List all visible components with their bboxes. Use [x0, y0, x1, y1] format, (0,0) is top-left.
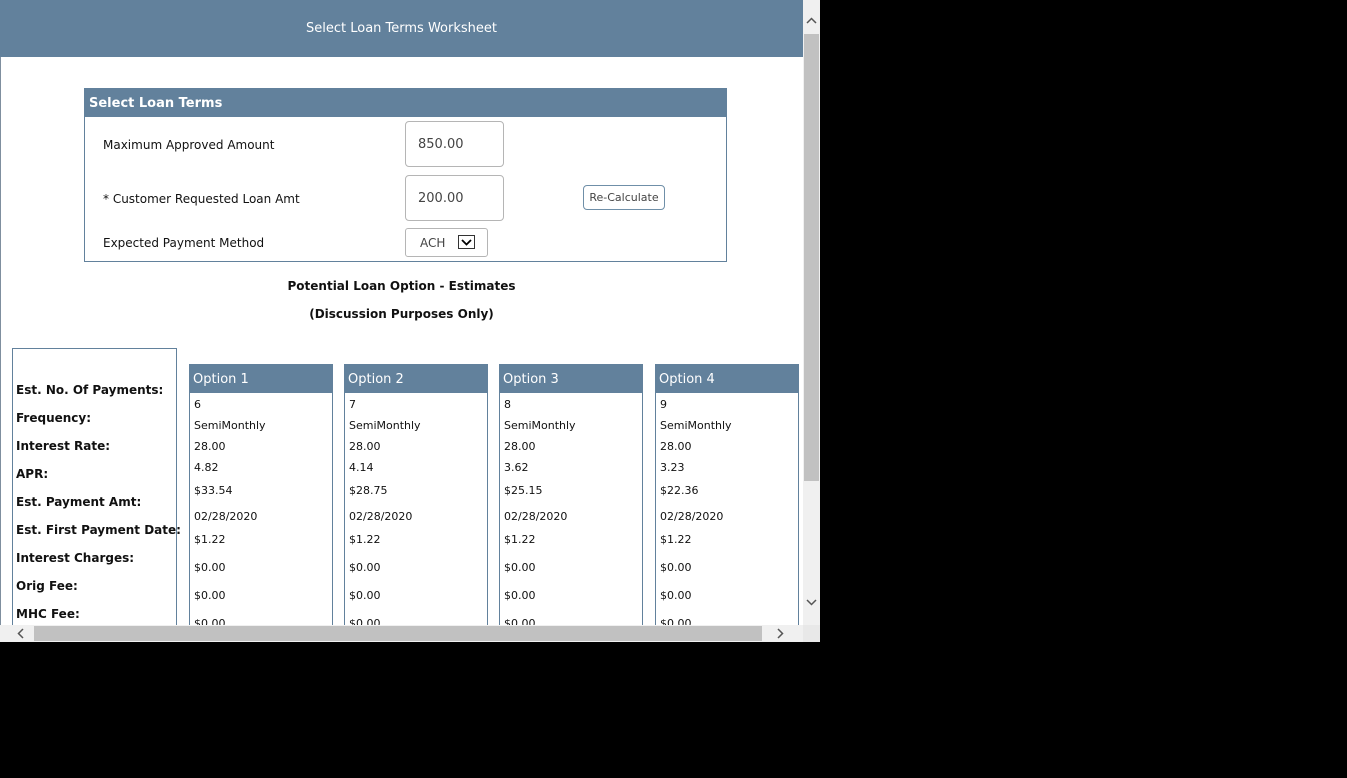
option-mhc-fee: $0.00	[194, 589, 226, 602]
option-card-4[interactable]: Option 4 9 SemiMonthly 28.00 3.23 $22.36…	[655, 364, 799, 625]
option-header: Option 4	[656, 365, 798, 393]
loan-terms-panel: Select Loan Terms Maximum Approved Amoun…	[84, 88, 727, 262]
scrollbar-corner	[803, 625, 820, 642]
max-approved-label: Maximum Approved Amount	[103, 138, 275, 152]
option-first-date: 02/28/2020	[660, 510, 724, 523]
requested-amount-label: * Customer Requested Loan Amt	[103, 192, 300, 206]
max-approved-amount-field[interactable]: 850.00	[405, 121, 504, 167]
option-mhc-fee: $0.00	[504, 589, 536, 602]
recalculate-button[interactable]: Re-Calculate	[583, 185, 665, 210]
option-header: Option 2	[345, 365, 487, 393]
option-payments: 8	[504, 398, 511, 411]
option-orig-fee: $0.00	[349, 561, 381, 574]
option-frequency: SemiMonthly	[660, 419, 732, 432]
option-first-date: 02/28/2020	[349, 510, 413, 523]
page-title: Select Loan Terms Worksheet	[306, 21, 497, 36]
horizontal-scroll-thumb[interactable]	[34, 626, 762, 641]
chevron-down-icon[interactable]	[458, 235, 475, 249]
option-mhc-fee: $0.00	[349, 589, 381, 602]
option-apr: 3.62	[504, 461, 529, 474]
option-extra-fee: $0.00	[660, 617, 692, 625]
option-interest-charges: $1.22	[349, 533, 381, 546]
option-interest-rate: 28.00	[660, 440, 692, 453]
option-first-date: 02/28/2020	[504, 510, 568, 523]
option-payment-amt: $33.54	[194, 484, 233, 497]
requested-amount-input[interactable]: 200.00	[405, 175, 504, 221]
horizontal-scrollbar[interactable]	[0, 625, 803, 642]
label-orig-fee: Orig Fee:	[16, 579, 78, 593]
option-interest-rate: 28.00	[504, 440, 536, 453]
option-card-1[interactable]: Option 1 6 SemiMonthly 28.00 4.82 $33.54…	[189, 364, 333, 625]
option-header: Option 3	[500, 365, 642, 393]
option-card-2[interactable]: Option 2 7 SemiMonthly 28.00 4.14 $28.75…	[344, 364, 488, 625]
option-payments: 6	[194, 398, 201, 411]
label-first-payment-date: Est. First Payment Date:	[16, 523, 181, 537]
vertical-scrollbar[interactable]	[803, 0, 820, 625]
option-name: Option 4	[659, 371, 715, 387]
option-mhc-fee: $0.00	[660, 589, 692, 602]
option-payment-amt: $25.15	[504, 484, 543, 497]
option-extra-fee: $0.00	[504, 617, 536, 625]
chevron-right-icon[interactable]	[772, 625, 789, 642]
option-payment-amt: $28.75	[349, 484, 388, 497]
chevron-up-icon[interactable]	[803, 12, 820, 29]
option-frequency: SemiMonthly	[504, 419, 576, 432]
option-extra-fee: $0.00	[194, 617, 226, 625]
option-interest-rate: 28.00	[349, 440, 381, 453]
option-apr: 4.82	[194, 461, 219, 474]
option-name: Option 1	[193, 371, 249, 387]
label-apr: APR:	[16, 467, 49, 481]
vertical-scroll-thumb[interactable]	[804, 34, 819, 481]
frame-border	[0, 57, 1, 625]
label-frequency: Frequency:	[16, 411, 92, 425]
option-payment-amt: $22.36	[660, 484, 699, 497]
option-interest-rate: 28.00	[194, 440, 226, 453]
option-name: Option 3	[503, 371, 559, 387]
option-orig-fee: $0.00	[660, 561, 692, 574]
payment-method-label: Expected Payment Method	[103, 236, 265, 250]
option-interest-charges: $1.22	[194, 533, 226, 546]
option-first-date: 02/28/2020	[194, 510, 258, 523]
label-payments: Est. No. Of Payments:	[16, 383, 164, 397]
option-name: Option 2	[348, 371, 404, 387]
option-header: Option 1	[190, 365, 332, 393]
estimates-subtitle: (Discussion Purposes Only)	[309, 307, 494, 321]
app-window: Select Loan Terms Worksheet Select Loan …	[0, 0, 820, 642]
option-frequency: SemiMonthly	[194, 419, 266, 432]
label-payment-amt: Est. Payment Amt:	[16, 495, 142, 509]
chevron-down-icon[interactable]	[803, 594, 820, 611]
option-extra-fee: $0.00	[349, 617, 381, 625]
option-frequency: SemiMonthly	[349, 419, 421, 432]
option-payments: 7	[349, 398, 356, 411]
option-card-3[interactable]: Option 3 8 SemiMonthly 28.00 3.62 $25.15…	[499, 364, 643, 625]
loan-terms-header: Select Loan Terms	[85, 89, 726, 117]
content-viewport: Select Loan Terms Worksheet Select Loan …	[0, 0, 803, 625]
option-interest-charges: $1.22	[660, 533, 692, 546]
payment-method-value: ACH	[420, 235, 446, 250]
chevron-left-icon[interactable]	[12, 625, 29, 642]
label-interest-charges: Interest Charges:	[16, 551, 135, 565]
loan-terms-title: Select Loan Terms	[89, 95, 223, 111]
estimates-title: Potential Loan Option - Estimates	[287, 279, 516, 293]
option-orig-fee: $0.00	[194, 561, 226, 574]
page-header: Select Loan Terms Worksheet	[0, 0, 803, 57]
option-orig-fee: $0.00	[504, 561, 536, 574]
option-apr: 3.23	[660, 461, 685, 474]
label-interest-rate: Interest Rate:	[16, 439, 111, 453]
option-apr: 4.14	[349, 461, 374, 474]
option-payments: 9	[660, 398, 667, 411]
label-mhc-fee: MHC Fee:	[16, 607, 80, 621]
option-interest-charges: $1.22	[504, 533, 536, 546]
payment-method-select[interactable]: ACH	[405, 228, 488, 257]
